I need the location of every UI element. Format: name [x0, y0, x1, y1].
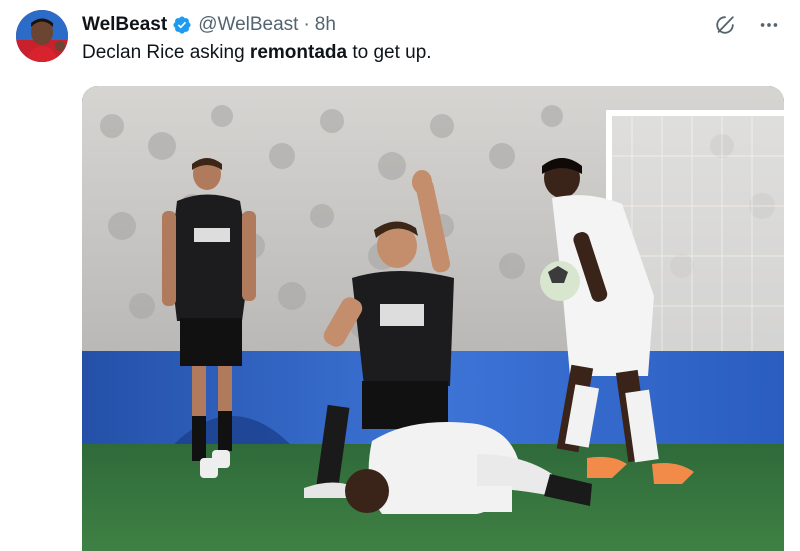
- verified-badge-icon[interactable]: [172, 15, 192, 35]
- tweet-header: WelBeast @WelBeast · 8h: [82, 12, 336, 38]
- tweet-card[interactable]: WelBeast @WelBeast · 8h Declan Rice aski…: [0, 0, 800, 551]
- grok-icon[interactable]: [712, 12, 738, 38]
- timestamp[interactable]: 8h: [315, 14, 336, 36]
- football-photo: [82, 86, 784, 551]
- author-handle[interactable]: @WelBeast: [198, 14, 298, 36]
- avatar[interactable]: [16, 10, 68, 62]
- tweet-text-start: Declan Rice asking: [82, 42, 250, 63]
- header-actions: [712, 12, 782, 38]
- tweet-text-bold: remontada: [249, 42, 348, 63]
- tweet-text: Declan Rice asking remontada to get up.: [82, 42, 432, 64]
- author-name[interactable]: WelBeast: [82, 14, 167, 36]
- tweet-text-end: to get up.: [347, 42, 432, 63]
- more-icon[interactable]: [756, 12, 782, 38]
- avatar-image: [16, 10, 68, 62]
- tweet-photo[interactable]: [82, 86, 784, 551]
- separator-dot: ·: [303, 14, 310, 35]
